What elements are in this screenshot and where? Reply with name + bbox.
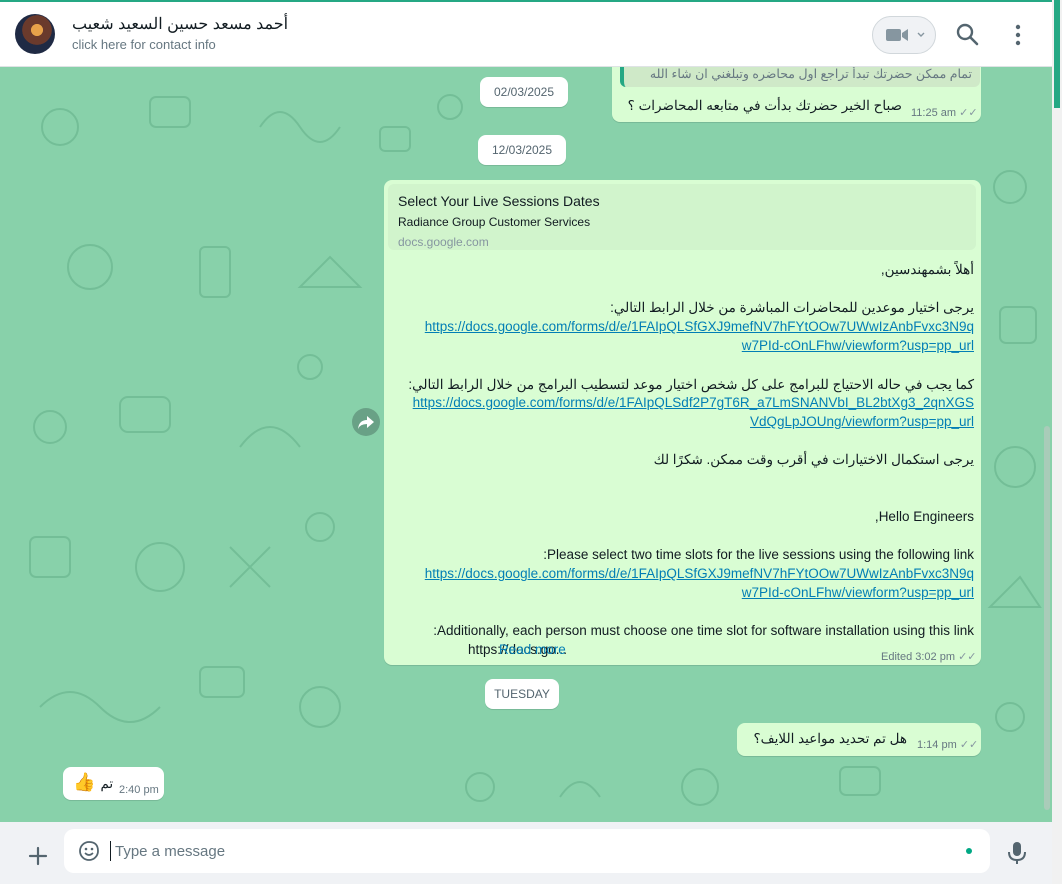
plus-icon[interactable]: [26, 844, 50, 868]
message-text: يرجى اختيار موعدين للمحاضرات المباشرة من…: [610, 300, 974, 315]
page-scrollbar-thumb[interactable]: [1054, 0, 1060, 108]
message-link[interactable]: https://docs.google.com/forms/d/e/1FAIpQ…: [425, 566, 974, 581]
chat-area[interactable]: تمام ممكن حضرتك تبدأ تراجع اول محاضره وت…: [0, 67, 1052, 822]
forward-icon: [358, 416, 374, 429]
message-text: أهلاً بشمهندسين,: [880, 262, 974, 277]
message-link[interactable]: w7PId-cOnLFhw/viewform?usp=pp_url: [742, 338, 974, 353]
message-time: 11:25 am ✓✓: [911, 107, 978, 119]
contact-info-hint[interactable]: click here for contact info: [72, 37, 216, 52]
link-preview-title: Select Your Live Sessions Dates: [398, 193, 600, 209]
menu-icon[interactable]: [1008, 22, 1028, 48]
read-ticks-icon: ✓✓: [959, 739, 979, 751]
message-link[interactable]: https://docs.google.com/forms/d/e/1FAIpQ…: [425, 319, 974, 334]
link-preview[interactable]: Select Your Live Sessions Dates Radiance…: [388, 184, 976, 250]
message-link[interactable]: VdQgLpJOUng/viewform?usp=pp_url: [750, 414, 974, 429]
video-call-icon: [886, 29, 908, 41]
video-call-button[interactable]: [872, 16, 936, 54]
message-time: 1:14 pm ✓✓: [917, 739, 979, 751]
message-text: كما يجب في حاله الاحتياج للبرامج على كل …: [408, 377, 974, 392]
message-text: صباح الخير حضرتك بدأت في متابعه المحاضرا…: [627, 98, 902, 113]
date-divider: 02/03/2025: [480, 77, 568, 107]
message-text: يرجى استكمال الاختيارات في أقرب وقت ممكن…: [653, 452, 974, 467]
microphone-icon[interactable]: [1006, 840, 1028, 866]
read-more-link[interactable]: Read more: [499, 642, 566, 657]
read-ticks-icon: ✓✓: [958, 651, 977, 663]
message-text: Please select two time slots for the liv…: [543, 547, 974, 562]
link-preview-description: Radiance Group Customer Services: [398, 215, 591, 229]
message-outgoing-long[interactable]: Select Your Live Sessions Dates Radiance…: [384, 180, 981, 665]
forward-button[interactable]: [352, 408, 380, 436]
message-link[interactable]: https://docs.google.com/forms/d/e/1FAIpQ…: [413, 395, 974, 410]
composer-bar: [0, 822, 1052, 884]
message-time: 2:40 pm: [119, 784, 159, 796]
contact-name[interactable]: أحمد مسعد حسين السعيد شعيب: [72, 14, 288, 34]
page-scrollbar[interactable]: [1052, 0, 1062, 884]
message-input-box[interactable]: [64, 829, 990, 873]
quoted-text: تمام ممكن حضرتك تبدأ تراجع اول محاضره وت…: [649, 67, 972, 81]
message-outgoing[interactable]: هل تم تحديد مواعيد اللايف؟ 1:14 pm ✓✓: [737, 723, 981, 756]
chat-header[interactable]: أحمد مسعد حسين السعيد شعيب click here fo…: [0, 2, 1052, 67]
link-preview-domain: docs.google.com: [398, 235, 489, 249]
message-incoming[interactable]: 👍 تم 2:40 pm: [63, 767, 164, 800]
quoted-message[interactable]: تمام ممكن حضرتك تبدأ تراجع اول محاضره وت…: [620, 67, 980, 87]
message-time: Edited 3:02 pm ✓✓: [881, 651, 977, 663]
message-text: 👍 تم: [73, 772, 114, 792]
status-dot: [966, 848, 972, 854]
chat-scrollbar-thumb[interactable]: [1044, 426, 1050, 810]
message-link[interactable]: w7PId-cOnLFhw/viewform?usp=pp_url: [742, 585, 974, 600]
message-text: Hello Engineers,: [874, 509, 974, 524]
chevron-down-icon: [917, 32, 925, 37]
date-divider: TUESDAY: [485, 679, 559, 709]
avatar[interactable]: [15, 14, 55, 54]
message-text: هل تم تحديد مواعيد اللايف؟: [753, 731, 907, 746]
date-divider: 12/03/2025: [478, 135, 566, 165]
read-ticks-icon: ✓✓: [959, 107, 978, 119]
thumbs-up-emoji: 👍: [73, 772, 96, 792]
message-text: Additionally, each person must choose on…: [433, 623, 974, 638]
sticker-icon[interactable]: [78, 840, 100, 862]
message-input[interactable]: [110, 841, 930, 861]
search-icon[interactable]: [955, 22, 981, 48]
